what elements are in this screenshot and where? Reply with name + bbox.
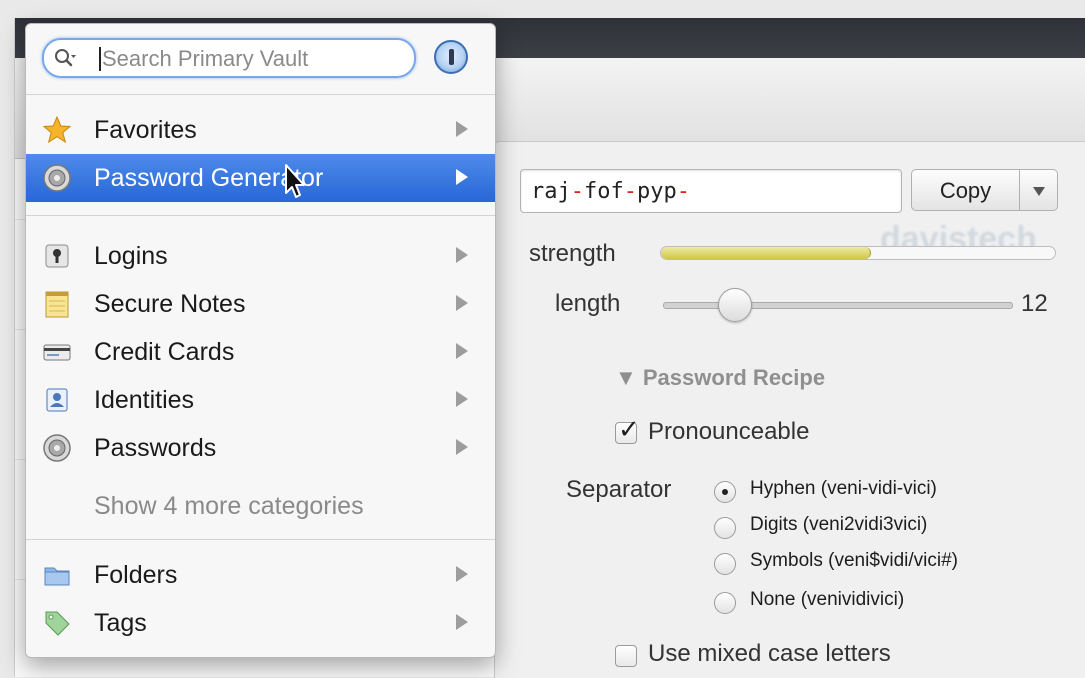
search-field[interactable] — [42, 38, 416, 78]
separator-symbols-radio[interactable] — [714, 553, 736, 575]
length-slider-thumb[interactable] — [717, 288, 752, 322]
pronounceable-label: Pronounceable — [648, 418, 810, 445]
notepad-icon — [45, 291, 69, 318]
menu-item-label: Folders — [94, 561, 178, 589]
strength-meter-fill — [661, 247, 871, 259]
menu-item-logins[interactable]: Logins — [26, 232, 495, 280]
separator-hyphen-label: Hyphen (veni-vidi-vici) — [750, 478, 937, 499]
1password-logo-icon[interactable] — [434, 40, 468, 74]
vault-dial-icon — [43, 164, 71, 192]
tag-icon — [45, 611, 70, 636]
separator-digits-radio[interactable] — [714, 517, 736, 539]
divider — [26, 94, 495, 95]
divider — [26, 215, 495, 216]
menu-item-credit-cards[interactable]: Credit Cards — [26, 328, 495, 376]
generated-password-field[interactable]: raj-fof-pyp- — [520, 169, 902, 213]
menu-item-label: Logins — [94, 242, 168, 270]
pronounceable-checkbox[interactable]: ✓ — [615, 415, 640, 445]
length-value: 12 — [1021, 290, 1048, 317]
menu-item-password-generator[interactable]: Password Generator — [26, 154, 495, 202]
chevron-right-icon — [456, 614, 468, 630]
length-slider-track[interactable] — [663, 302, 1013, 309]
chevron-right-icon — [456, 343, 468, 359]
chevron-right-icon — [456, 295, 468, 311]
credit-card-icon — [43, 344, 71, 361]
length-label: length — [555, 290, 621, 317]
chevron-right-icon — [456, 391, 468, 407]
star-icon — [43, 116, 71, 144]
separator-symbols-label: Symbols (veni$vidi/vici#) — [750, 550, 959, 571]
chevron-right-icon — [456, 566, 468, 582]
checkmark-icon: ✓ — [618, 415, 640, 445]
key-icon — [45, 244, 69, 268]
copy-button[interactable]: Copy — [911, 169, 1020, 211]
search-bar — [42, 38, 416, 78]
generated-password: raj-fof-pyp- — [531, 179, 690, 204]
separator-label: Separator — [566, 476, 672, 503]
menu-item-tags[interactable]: Tags — [26, 599, 495, 647]
menu-item-label: Favorites — [94, 116, 197, 144]
separator-hyphen-radio[interactable] — [714, 481, 736, 503]
password-recipe-toggle[interactable]: ▼ Password Recipe — [615, 365, 825, 391]
menu-item-label: Passwords — [94, 434, 217, 462]
mouse-pointer-icon — [285, 164, 305, 198]
vault-popup-menu: Favorites Password Generator Logins Secu… — [25, 23, 496, 658]
chevron-right-icon — [456, 439, 468, 455]
menu-item-favorites[interactable]: Favorites — [26, 106, 495, 154]
chevron-right-icon — [456, 247, 468, 263]
id-badge-icon — [46, 388, 68, 412]
vault-dial-icon — [43, 434, 71, 462]
chevron-right-icon — [456, 169, 468, 185]
search-input[interactable] — [100, 44, 404, 74]
mixed-case-label: Use mixed case letters — [648, 640, 891, 667]
chevron-right-icon — [456, 121, 468, 137]
strength-meter — [660, 246, 1056, 260]
show-more-categories-link[interactable]: Show 4 more categories — [94, 492, 364, 520]
search-icon[interactable] — [54, 48, 76, 68]
menu-item-label: Identities — [94, 386, 195, 414]
menu-item-secure-notes[interactable]: Secure Notes — [26, 280, 495, 328]
menu-item-folders[interactable]: Folders — [26, 551, 495, 599]
password-generator-panel: davistech raj-fof-pyp- Copy strength len… — [494, 141, 1085, 678]
separator-none-label: None (venividivici) — [750, 589, 905, 610]
menu-item-label: Secure Notes — [94, 290, 246, 318]
menu-item-identities[interactable]: Identities — [26, 376, 495, 424]
separator-digits-label: Digits (veni2vidi3vici) — [750, 514, 928, 535]
folder-icon — [44, 567, 70, 586]
copy-options-dropdown[interactable] — [1020, 169, 1058, 211]
divider — [26, 539, 495, 540]
menu-item-label: Credit Cards — [94, 338, 235, 366]
separator-none-radio[interactable] — [714, 592, 736, 614]
menu-item-label: Tags — [94, 609, 147, 637]
mixed-case-checkbox[interactable] — [615, 645, 637, 667]
strength-label: strength — [529, 240, 616, 267]
menu-item-passwords[interactable]: Passwords — [26, 424, 495, 472]
